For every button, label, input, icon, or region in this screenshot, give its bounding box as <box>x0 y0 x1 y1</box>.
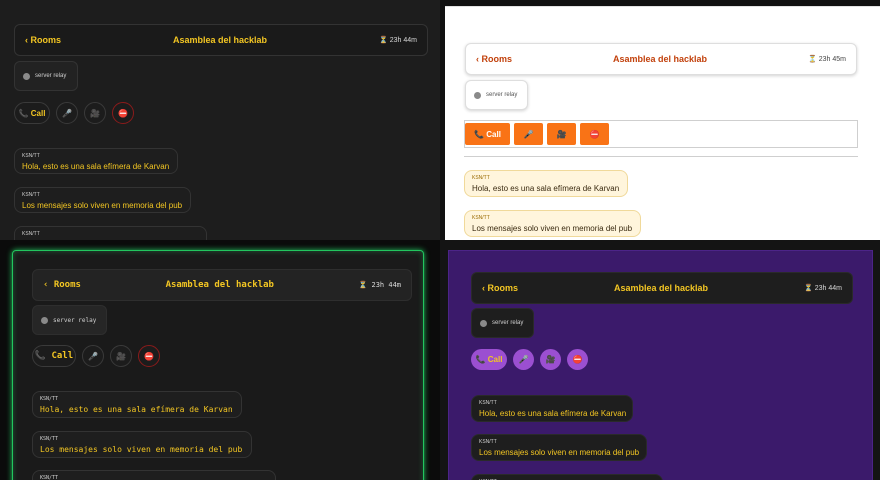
relay-status: server relay <box>14 61 78 91</box>
room-title: Asamblea del hacklab <box>165 280 274 290</box>
message-text: Hola, esto es una sala efímera de Karvan <box>40 405 233 414</box>
microphone-icon[interactable]: 🎤 <box>56 102 78 124</box>
message-sender: KSN/TT <box>472 175 490 181</box>
message-bubble: KSN/TT Los mensajes solo viven en memori… <box>471 434 647 461</box>
call-button[interactable]: 📞 Call <box>471 349 507 370</box>
theme-preview-dark: ‹ Rooms Asamblea del hacklab ⏳ 23h 44m s… <box>0 0 440 240</box>
call-button[interactable]: 📞 Call <box>465 123 510 145</box>
room-timer: ⏳ 23h 45m <box>808 56 846 63</box>
end-call-icon[interactable]: ⛔ <box>112 102 134 124</box>
room-title: Asamblea del hacklab <box>613 54 708 64</box>
message-text: Hola, esto es una sala efímera de Karvan <box>472 184 620 193</box>
status-dot <box>480 319 487 327</box>
status-dot <box>23 72 30 80</box>
relay-status: server relay <box>465 80 528 110</box>
message-bubble: KSN/TT Hola, esto es una sala efímera de… <box>464 170 628 197</box>
microphone-icon[interactable]: 🎤 <box>514 123 543 145</box>
message-sender: KSN/TT <box>22 153 40 159</box>
message-bubble: KSN/TT <box>471 474 663 480</box>
message-text: Hola, esto es una sala efímera de Karvan <box>479 409 627 418</box>
relay-label: server relay <box>53 316 97 324</box>
end-call-icon[interactable]: ⛔ <box>567 349 588 370</box>
call-button[interactable]: 📞 Call <box>14 102 50 124</box>
call-controls: 📞 Call 🎤 🎥 ⛔ <box>471 349 594 370</box>
app-frame: ‹ Rooms Asamblea del hacklab ⏳ 23h 44m s… <box>448 250 873 480</box>
relay-label: server relay <box>492 320 524 326</box>
message-sender: KSN/TT <box>40 396 59 402</box>
microphone-icon[interactable]: 🎤 <box>513 349 534 370</box>
relay-status: server relay <box>32 305 107 335</box>
room-title: Asamblea del hacklab <box>614 283 709 293</box>
message-sender: KSN/TT <box>40 475 59 480</box>
message-sender: KSN/TT <box>40 436 59 442</box>
theme-preview-purple: ‹ Rooms Asamblea del hacklab ⏳ 23h 44m s… <box>440 240 880 480</box>
app-frame: ‹ Rooms Asamblea del hacklab ⏳ 23h 44m s… <box>12 250 424 480</box>
room-title: Asamblea del hacklab <box>173 35 268 45</box>
divider <box>464 156 858 157</box>
video-camera-icon[interactable]: 🎥 <box>540 349 561 370</box>
message-sender: KSN/TT <box>22 231 40 237</box>
message-bubble: KSN/TT Hola, esto es una sala efímera de… <box>14 148 178 174</box>
back-to-rooms-link[interactable]: ‹ Rooms <box>25 35 61 45</box>
back-to-rooms-link[interactable]: ‹ Rooms <box>482 283 518 293</box>
video-camera-icon[interactable]: 🎥 <box>547 123 576 145</box>
room-timer: ⏳ 23h 44m <box>804 285 842 292</box>
back-to-rooms-link[interactable]: ‹ Rooms <box>43 280 81 290</box>
status-dot <box>474 91 481 99</box>
room-header: ‹ Rooms Asamblea del hacklab ⏳ 23h 44m <box>14 24 428 56</box>
call-controls: 📞 Call 🎤 🎥 ⛔ <box>14 102 140 124</box>
message-bubble: KSN/TT Los mensajes solo viven en memori… <box>32 431 252 458</box>
relay-status: server relay <box>471 308 534 338</box>
message-bubble: KSN/TT <box>32 470 276 480</box>
call-controls: 📞 Call 🎤 🎥 ⛔ <box>32 345 166 367</box>
room-header: ‹ Rooms Asamblea del hacklab ⏳ 23h 45m <box>465 43 857 75</box>
message-text: Los mensajes solo viven en memoria del p… <box>472 224 633 233</box>
room-header: ‹ Rooms Asamblea del hacklab ⏳ 23h 44m <box>32 269 412 301</box>
theme-preview-terminal: ‹ Rooms Asamblea del hacklab ⏳ 23h 44m s… <box>0 240 440 480</box>
message-sender: KSN/TT <box>472 215 490 221</box>
room-timer: ⏳ 23h 44m <box>379 37 417 44</box>
status-dot <box>41 316 48 324</box>
message-sender: KSN/TT <box>479 439 497 445</box>
message-text: Los mensajes solo viven en memoria del p… <box>40 445 243 454</box>
microphone-icon[interactable]: 🎤 <box>82 345 104 367</box>
message-bubble: KSN/TT Los mensajes solo viven en memori… <box>464 210 641 237</box>
video-camera-icon[interactable]: 🎥 <box>84 102 106 124</box>
video-camera-icon[interactable]: 🎥 <box>110 345 132 367</box>
relay-label: server relay <box>35 73 67 79</box>
message-sender: KSN/TT <box>479 400 497 406</box>
room-timer: ⏳ 23h 44m <box>358 281 401 289</box>
call-controls: 📞 Call 🎤 🎥 ⛔ <box>465 123 613 145</box>
end-call-icon[interactable]: ⛔ <box>138 345 160 367</box>
message-bubble: KSN/TT <box>14 226 207 240</box>
back-to-rooms-link[interactable]: ‹ Rooms <box>476 54 512 64</box>
relay-label: server relay <box>486 92 518 98</box>
message-sender: KSN/TT <box>22 192 40 198</box>
end-call-icon[interactable]: ⛔ <box>580 123 609 145</box>
message-text: Hola, esto es una sala efímera de Karvan <box>22 162 170 171</box>
message-text: Los mensajes solo viven en memoria del p… <box>22 201 183 210</box>
message-bubble: KSN/TT Hola, esto es una sala efímera de… <box>471 395 633 422</box>
message-text: Los mensajes solo viven en memoria del p… <box>479 448 640 457</box>
message-bubble: KSN/TT Hola, esto es una sala efímera de… <box>32 391 242 418</box>
room-header: ‹ Rooms Asamblea del hacklab ⏳ 23h 44m <box>471 272 853 304</box>
message-bubble: KSN/TT Los mensajes solo viven en memori… <box>14 187 191 213</box>
call-button[interactable]: 📞 Call <box>32 345 76 367</box>
theme-preview-light: ‹ Rooms Asamblea del hacklab ⏳ 23h 45m s… <box>445 6 880 240</box>
